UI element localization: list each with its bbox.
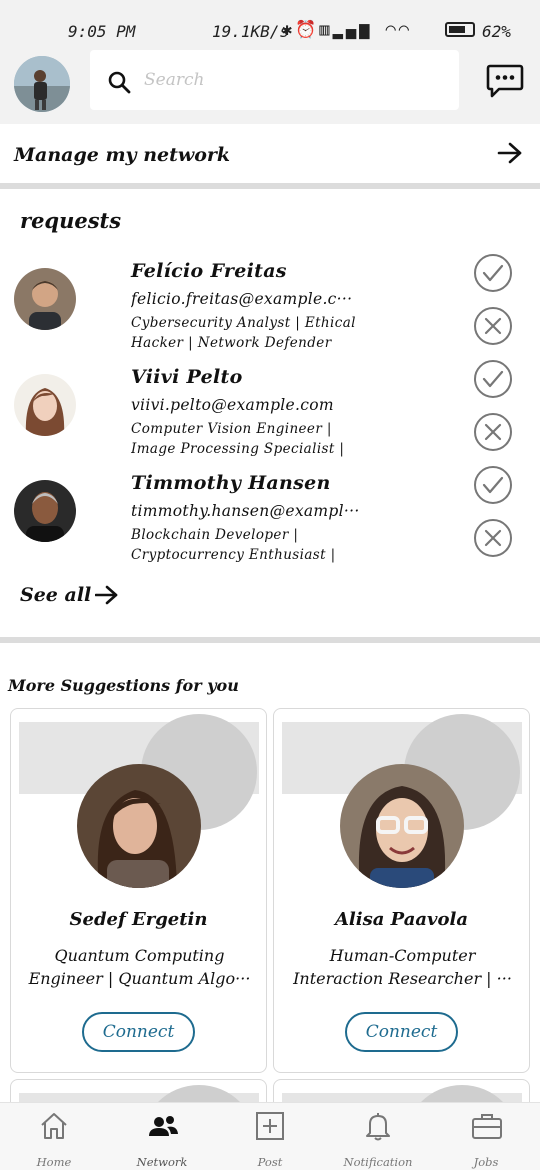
status-bar: 9:05 PM 19.1KB/s ✱⏰▥▂▄▆ ◠◠ 62% <box>0 0 540 46</box>
section-divider <box>0 183 540 189</box>
briefcase-icon <box>472 1114 502 1139</box>
request-item: Timmothy Hansen timmothy.hansen@exampl··… <box>0 466 540 578</box>
reject-x-icon[interactable] <box>473 306 513 346</box>
reject-x-icon[interactable] <box>473 412 513 452</box>
suggestion-avatar[interactable] <box>340 764 464 888</box>
manage-network-row[interactable]: Manage my network <box>0 124 540 184</box>
request-name[interactable]: Felício Freitas <box>131 260 287 282</box>
network-icon <box>149 1116 178 1136</box>
header <box>0 46 540 124</box>
avatar-image <box>14 56 70 112</box>
request-name[interactable]: Viivi Pelto <box>131 366 243 388</box>
search-icon <box>108 71 131 94</box>
status-battery-percent: 62% <box>482 22 511 41</box>
section-divider <box>0 637 540 643</box>
request-avatar[interactable] <box>14 480 76 542</box>
nav-label: Post <box>257 1155 283 1169</box>
nav-label: Jobs <box>473 1155 499 1169</box>
request-email: viivi.pelto@example.com <box>131 396 334 414</box>
reject-x-icon[interactable] <box>473 518 513 558</box>
nav-label: Network <box>136 1155 188 1169</box>
nav-label: Home <box>36 1155 72 1169</box>
request-name[interactable]: Timmothy Hansen <box>131 472 331 494</box>
see-all-link[interactable]: See all <box>20 584 119 606</box>
manage-network-label: Manage my network <box>14 144 231 166</box>
suggestion-title: Human-Computer Interaction Researcher | … <box>293 946 512 988</box>
request-avatar[interactable] <box>14 268 76 330</box>
bell-icon <box>366 1113 390 1141</box>
status-icons: ✱⏰▥▂▄▆ ◠◠ <box>282 20 413 40</box>
request-title: Blockchain Developer | Cryptocurrency En… <box>131 527 336 563</box>
nav-item-post[interactable]: Post <box>216 1103 324 1170</box>
avatar[interactable] <box>14 56 70 112</box>
accept-check-icon[interactable] <box>473 253 513 293</box>
requests-title: requests <box>20 208 122 233</box>
suggestion-avatar[interactable] <box>77 764 201 888</box>
nav-item-jobs[interactable]: Jobs <box>432 1103 540 1170</box>
request-email: timmothy.hansen@exampl··· <box>131 502 360 520</box>
accept-check-icon[interactable] <box>473 465 513 505</box>
status-net-speed: 19.1KB/s <box>212 22 290 41</box>
request-email: felicio.freitas@example.c··· <box>131 290 353 308</box>
chat-icon[interactable] <box>486 63 524 99</box>
nav-label: Notification <box>343 1155 413 1169</box>
arrow-right-icon[interactable] <box>497 142 523 164</box>
connect-button[interactable]: Connect <box>82 1012 195 1052</box>
request-item: Felício Freitas felicio.freitas@example.… <box>0 254 540 366</box>
status-time: 9:05 PM <box>68 22 136 41</box>
post-icon <box>256 1112 284 1140</box>
suggestion-card[interactable]: Sedef Ergetin Quantum Computing Engineer… <box>10 708 267 1073</box>
connect-button[interactable]: Connect <box>345 1012 458 1052</box>
bottom-nav: Home Network Post Notification Jobs <box>0 1102 540 1170</box>
accept-check-icon[interactable] <box>473 359 513 399</box>
nav-item-notification[interactable]: Notification <box>324 1103 432 1170</box>
suggestion-title: Quantum Computing Engineer | Quantum Alg… <box>28 946 251 988</box>
see-all-label: See all <box>20 584 92 606</box>
suggestion-name: Alisa Paavola <box>334 909 469 930</box>
request-title: Cybersecurity Analyst | Ethical Hacker |… <box>131 315 356 351</box>
search-input[interactable] <box>144 64 444 96</box>
request-avatar[interactable] <box>14 374 76 436</box>
arrow-right-icon <box>95 585 118 605</box>
request-title: Computer Vision Engineer | Image Process… <box>131 421 345 457</box>
search-box[interactable] <box>90 50 459 110</box>
home-icon <box>41 1113 67 1139</box>
nav-item-home[interactable]: Home <box>0 1103 108 1170</box>
suggestions-title: More Suggestions for you <box>8 676 239 695</box>
suggestion-name: Sedef Ergetin <box>69 909 208 930</box>
nav-item-network[interactable]: Network <box>108 1103 216 1170</box>
suggestion-card[interactable]: Alisa Paavola Human-Computer Interaction… <box>273 708 530 1073</box>
battery-icon <box>445 22 475 37</box>
request-item: Viivi Pelto viivi.pelto@example.com Comp… <box>0 360 540 472</box>
